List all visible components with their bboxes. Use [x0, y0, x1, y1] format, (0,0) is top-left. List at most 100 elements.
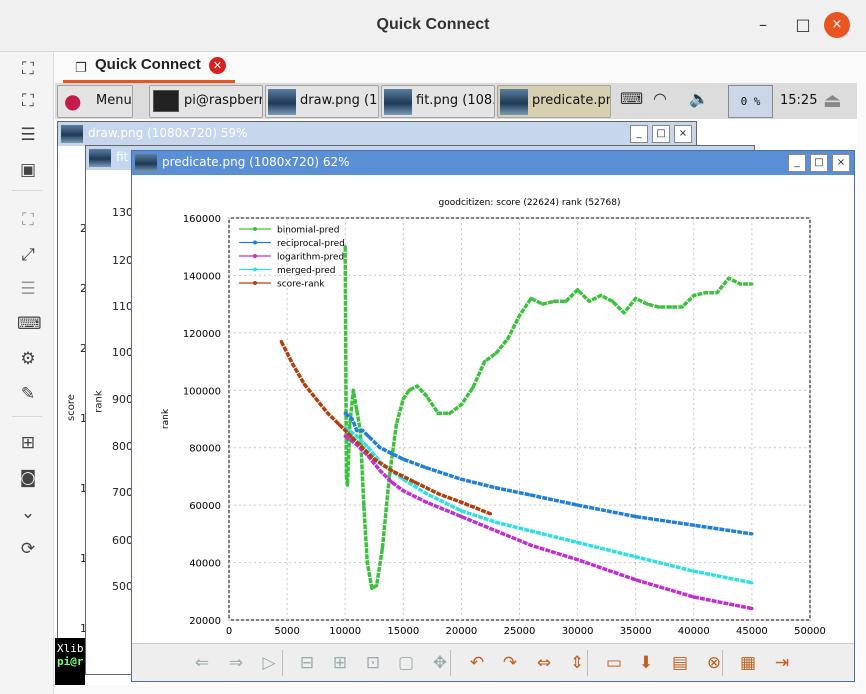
- x-tick-label: 20000: [445, 626, 477, 637]
- minimize-button[interactable]: _: [788, 154, 806, 172]
- close-button[interactable]: ×: [832, 154, 850, 172]
- data-point: [576, 540, 580, 545]
- data-point: [645, 302, 649, 306]
- data-point: [459, 515, 463, 519]
- data-point: [326, 411, 330, 415]
- exit-icon[interactable]: ⇥: [770, 652, 794, 674]
- data-point: [576, 503, 580, 507]
- save-icon[interactable]: ⬇: [634, 652, 658, 674]
- gear-icon[interactable]: ⚙: [17, 348, 39, 370]
- window-title: predicate.png (1080x720) 62%: [162, 155, 350, 169]
- data-point: [494, 520, 498, 524]
- maximize-button[interactable]: □: [790, 12, 816, 38]
- chevron-down-icon[interactable]: ⌄: [17, 502, 39, 524]
- image-thumbnail-icon: [89, 149, 111, 167]
- data-point: [378, 469, 382, 473]
- flip-vertical-icon[interactable]: ⇕: [565, 652, 589, 674]
- screenshot-scale-icon[interactable]: ⛶: [17, 209, 39, 231]
- image-thumbnail-icon: [135, 154, 157, 172]
- forward-icon[interactable]: ⇒: [224, 652, 248, 674]
- task-predicate[interactable]: predicate.pn...: [497, 85, 611, 118]
- tick-label: 600: [112, 534, 133, 547]
- data-point: [291, 362, 295, 367]
- axis-label: rank: [93, 390, 105, 413]
- tab-quick-connect[interactable]: ❐ Quick Connect ✕: [63, 52, 235, 83]
- x-tick-label: 50000: [794, 626, 826, 637]
- delete-icon[interactable]: ⊗: [702, 652, 726, 674]
- close-button[interactable]: ×: [674, 125, 692, 143]
- tick-label: 500: [112, 580, 133, 593]
- zoom-in-icon[interactable]: ⊞: [328, 652, 352, 674]
- axis-label: score: [65, 394, 77, 421]
- terminal-fragment[interactable]: Xlib: pi@r: [55, 638, 90, 685]
- fit-window-icon[interactable]: ⛶: [17, 58, 39, 80]
- close-button[interactable]: ×: [824, 12, 850, 38]
- window-icon[interactable]: ▣: [17, 159, 39, 181]
- keyboard-icon[interactable]: ⌨: [17, 313, 42, 335]
- data-point: [634, 515, 638, 519]
- data-point: [424, 394, 429, 398]
- volume-icon[interactable]: 🔈: [689, 89, 709, 108]
- data-point: [362, 503, 366, 507]
- cpu-monitor[interactable]: 0 %: [728, 85, 773, 118]
- task-fit[interactable]: fit.png (108...: [381, 85, 495, 118]
- menu-icon[interactable]: ☰: [17, 124, 39, 146]
- window-title: draw.png (1080x720) 59%: [88, 126, 248, 140]
- menu-label: Menu: [96, 93, 132, 108]
- y-tick-label: 80000: [189, 444, 221, 455]
- expand-icon[interactable]: ⤢: [17, 244, 39, 266]
- rotate-left-icon[interactable]: ↶: [465, 652, 489, 674]
- data-point: [314, 397, 318, 401]
- data-point: [366, 446, 371, 450]
- legend-marker: [253, 281, 257, 285]
- x-tick-label: 40000: [678, 626, 710, 637]
- data-point: [343, 434, 347, 438]
- window-titlebar[interactable]: draw.png (1080x720) 59% _ □ ×: [58, 122, 696, 146]
- play-icon[interactable]: ▷: [257, 652, 281, 674]
- maximize-button[interactable]: □: [652, 125, 670, 143]
- menu-button[interactable]: ● Menu: [57, 85, 133, 118]
- wifi-icon[interactable]: ◠: [653, 89, 667, 108]
- clock[interactable]: 15:25: [780, 93, 817, 108]
- image-toolbar: ⇐ ⇒ ▷ ⊟ ⊞ ⊡ ▢ ✥ ↶ ↷ ⇔ ⇕ ▭ ⬇ ▤ ⊗ ▦ ⇥: [132, 643, 854, 681]
- data-point: [436, 492, 440, 496]
- keyboard-icon[interactable]: ⌨: [620, 89, 643, 108]
- zoom-fit-icon[interactable]: ⊡: [361, 652, 385, 674]
- menu-dim-icon[interactable]: ☰: [17, 278, 39, 300]
- settings-icon[interactable]: ▦: [736, 652, 760, 674]
- folder-icon[interactable]: ▭: [602, 652, 626, 674]
- window-predicate[interactable]: predicate.png (1080x720) 62% _ □ × 0 5000…: [131, 150, 855, 682]
- wrench-icon[interactable]: ✎: [17, 383, 39, 405]
- remote-desktop[interactable]: ● Menu pi@raspberr... draw.png (1... fit…: [55, 83, 857, 685]
- legend-label: reciprocal-pred: [277, 239, 345, 249]
- terminal-line: pi@r: [57, 655, 84, 668]
- task-label: fit.png (108...: [416, 93, 494, 108]
- zoom-original-icon[interactable]: ▢: [394, 652, 418, 674]
- tick-label: 700: [112, 486, 133, 499]
- rotate-right-icon[interactable]: ↷: [498, 652, 522, 674]
- task-terminal[interactable]: pi@raspberr...: [149, 85, 263, 118]
- window-titlebar[interactable]: predicate.png (1080x720) 62% _ □ ×: [132, 151, 854, 175]
- disconnect-icon[interactable]: ⟳: [17, 538, 39, 560]
- data-point: [344, 474, 348, 479]
- camera-icon[interactable]: ◙: [17, 467, 39, 489]
- zoom-out-icon[interactable]: ⊟: [295, 652, 319, 674]
- new-window-icon[interactable]: ⊞: [17, 432, 39, 454]
- maximize-button[interactable]: □: [810, 154, 828, 172]
- print-icon[interactable]: ▤: [668, 652, 692, 674]
- minimize-button[interactable]: _: [630, 125, 648, 143]
- data-point: [459, 403, 463, 407]
- back-icon[interactable]: ⇐: [190, 652, 214, 674]
- data-point: [692, 595, 696, 599]
- task-draw[interactable]: draw.png (1...: [265, 85, 379, 118]
- close-circle-icon[interactable]: ✕: [209, 57, 226, 74]
- data-point: [494, 529, 498, 533]
- fullscreen-icon[interactable]: ⛶: [17, 90, 39, 112]
- minimize-button[interactable]: –: [750, 12, 776, 38]
- move-icon[interactable]: ✥: [428, 652, 452, 674]
- data-point: [401, 397, 405, 401]
- eject-icon[interactable]: ⏏: [823, 88, 842, 112]
- window-title: fit: [116, 150, 129, 164]
- flip-horizontal-icon[interactable]: ⇔: [532, 652, 556, 674]
- data-point: [401, 457, 405, 461]
